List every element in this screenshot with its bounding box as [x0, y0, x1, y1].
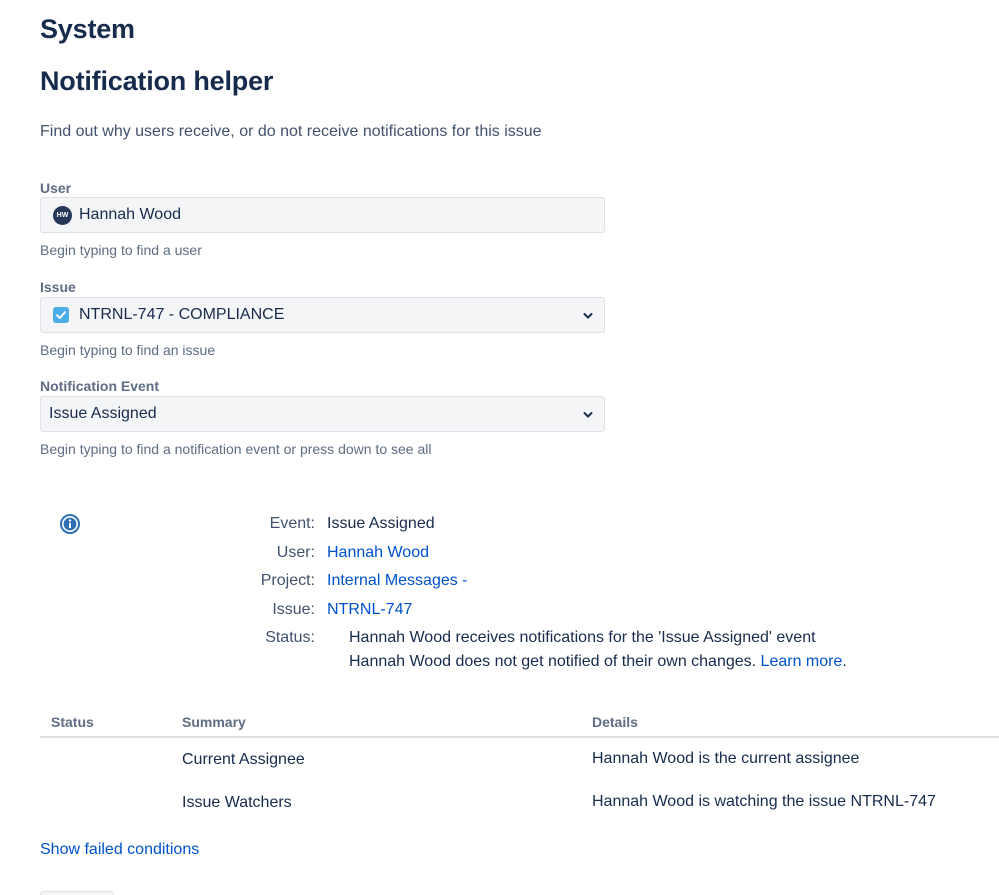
event-select-field[interactable]: Issue Assigned	[40, 396, 605, 432]
issue-picker-field[interactable]: NTRNL-747 - COMPLIANCE	[40, 297, 605, 333]
user-avatar: HW	[53, 206, 72, 225]
detail-event-key: Event:	[269, 515, 315, 532]
status-own-changes-text: Hannah Wood does not get notified of the…	[349, 653, 757, 670]
issue-field-label: Issue	[40, 279, 76, 295]
partial-button[interactable]	[40, 891, 114, 895]
status-period: .	[842, 653, 847, 670]
page-description: Find out why users receive, or do not re…	[40, 123, 542, 140]
detail-project-link[interactable]: Internal Messages -	[327, 572, 468, 590]
table-header-summary: Summary	[182, 714, 246, 730]
issue-field-help: Begin typing to find an issue	[40, 342, 216, 358]
user-field-value: Hannah Wood	[79, 206, 181, 223]
event-field-help: Begin typing to find a notification even…	[40, 441, 432, 457]
checkbox-task-icon	[53, 307, 69, 323]
event-field-value: Issue Assigned	[49, 405, 157, 422]
table-row-details: Hannah Wood is the current assignee	[592, 750, 860, 767]
detail-user-key: User:	[276, 544, 315, 561]
table-header-divider	[40, 736, 999, 738]
section-heading: System	[40, 14, 135, 44]
table-header-status: Status	[51, 714, 94, 730]
detail-status-key: Status:	[265, 629, 315, 646]
table-header-details: Details	[592, 714, 638, 730]
notification-helper-page: System Notification helper Find out why …	[0, 0, 999, 895]
table-row-summary: Current Assignee	[182, 751, 305, 768]
chevron-down-icon[interactable]	[582, 409, 594, 421]
detail-user-link[interactable]: Hannah Wood	[327, 544, 429, 562]
issue-field-value: NTRNL-747 - COMPLIANCE	[79, 306, 285, 323]
user-field-help: Begin typing to find a user	[40, 242, 202, 258]
table-row-details: Hannah Wood is watching the issue NTRNL-…	[592, 793, 936, 810]
detail-event-value: Issue Assigned	[327, 515, 435, 532]
table-row-summary: Issue Watchers	[182, 794, 292, 811]
show-failed-conditions-link[interactable]: Show failed conditions	[40, 841, 199, 859]
learn-more-link[interactable]: Learn more	[761, 653, 843, 670]
user-field-label: User	[40, 180, 72, 196]
status-message-receives: Hannah Wood receives notifications for t…	[349, 629, 816, 646]
status-message-own-changes: Hannah Wood does not get notified of the…	[349, 653, 847, 671]
page-title: Notification helper	[40, 66, 274, 96]
chevron-down-icon[interactable]	[582, 310, 594, 322]
user-picker-field[interactable]: HW Hannah Wood	[40, 197, 605, 233]
event-field-label: Notification Event	[40, 378, 160, 394]
detail-issue-key: Issue:	[272, 601, 315, 618]
detail-project-key: Project:	[260, 572, 315, 589]
detail-issue-link[interactable]: NTRNL-747	[327, 601, 412, 619]
